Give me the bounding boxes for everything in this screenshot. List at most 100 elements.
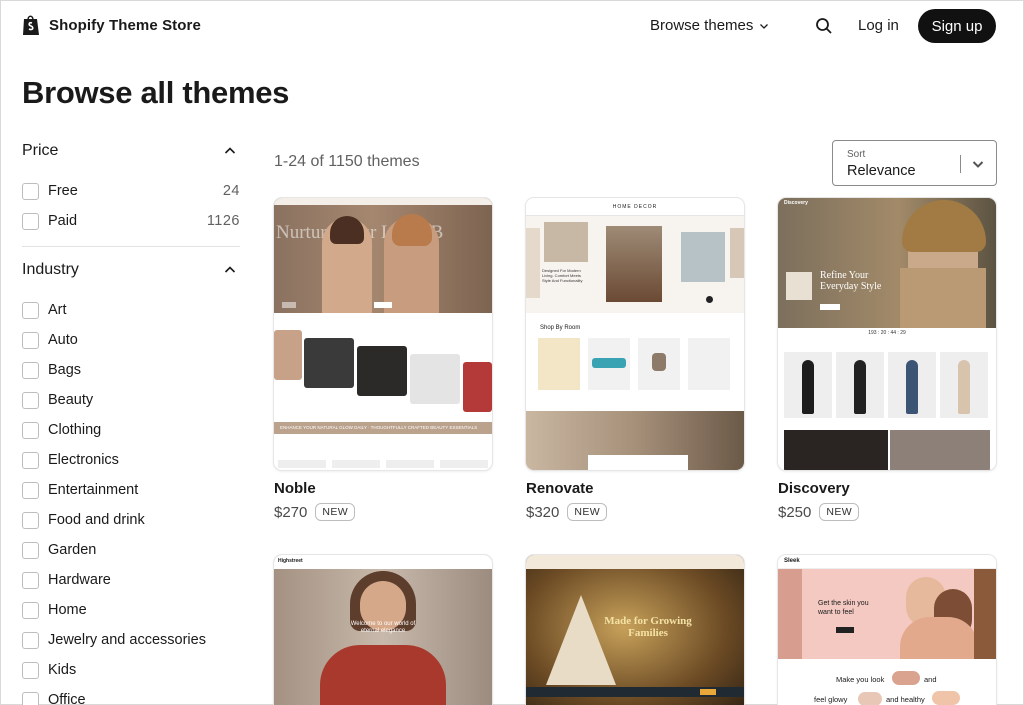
theme-name[interactable]: Discovery	[778, 480, 996, 497]
filter-option-electronics[interactable]: Electronics	[22, 445, 240, 475]
theme-preview-image[interactable]: Discovery Refine Your Everyday Style 193…	[778, 198, 996, 470]
filter-option-clothing[interactable]: Clothing	[22, 415, 240, 445]
theme-preview-image[interactable]: Highstreet Welcome to our world of etern…	[274, 555, 492, 705]
filter-option-kids[interactable]: Kids	[22, 655, 240, 685]
signup-button[interactable]: Sign up	[918, 9, 996, 43]
preview-topbar	[778, 555, 996, 569]
preview-logo: Sleek	[784, 558, 800, 564]
filter-option-label: Paid	[48, 213, 78, 229]
filter-option-label: Art	[48, 302, 67, 318]
industry-filter-header[interactable]: Industry	[22, 258, 240, 282]
checkbox[interactable]	[22, 331, 39, 349]
filter-option-garden[interactable]: Garden	[22, 535, 240, 565]
checkbox[interactable]	[22, 661, 39, 679]
filter-option-home[interactable]: Home	[22, 595, 240, 625]
theme-preview-image[interactable]: HOME DECOR Designed For Modern Living. C…	[526, 198, 744, 470]
theme-name[interactable]: Renovate	[526, 480, 744, 497]
filter-option-beauty[interactable]: Beauty	[22, 385, 240, 415]
top-nav: Shopify Theme Store Browse themes Log in…	[1, 1, 1023, 51]
filter-option-label: Beauty	[48, 392, 94, 408]
preview-text-line: and	[924, 675, 937, 684]
store-logo[interactable]: Shopify Theme Store	[21, 13, 201, 37]
checkbox[interactable]	[22, 571, 39, 589]
preview-button	[700, 689, 716, 695]
theme-card[interactable]: Made for Growing Families	[526, 555, 744, 705]
filter-option-paid[interactable]: Paid 1126	[22, 206, 240, 236]
sort-select[interactable]: Sort Relevance	[832, 140, 997, 186]
theme-card[interactable]: Nurture Your Look, B ENHANCE YOUR NATURA…	[274, 198, 492, 521]
filter-option-label: Clothing	[48, 422, 102, 438]
filter-option-art[interactable]: Art	[22, 295, 240, 325]
sort-separator	[960, 155, 961, 173]
preview-logo: Discovery	[784, 200, 808, 206]
preview-image	[784, 430, 888, 470]
filter-option-free[interactable]: Free 24	[22, 176, 240, 206]
price-filter-title: Price	[22, 142, 59, 159]
theme-preview-image[interactable]: Made for Growing Families	[526, 555, 744, 705]
checkbox[interactable]	[22, 631, 39, 649]
theme-card[interactable]: Highstreet Welcome to our world of etern…	[274, 555, 492, 705]
filter-option-office[interactable]: Office	[22, 685, 240, 705]
search-icon[interactable]	[815, 17, 833, 35]
checkbox[interactable]	[22, 511, 39, 529]
theme-preview-image[interactable]: Sleek Get the skin you want to feel Make…	[778, 555, 996, 705]
preview-hero-text: Refine Your Everyday Style	[820, 270, 882, 292]
checkbox[interactable]	[22, 301, 39, 319]
chevron-down-icon	[972, 161, 984, 168]
model-hair	[392, 214, 432, 246]
checkbox[interactable]	[22, 421, 39, 439]
preview-text-line: and healthy	[886, 695, 925, 704]
checkbox[interactable]	[22, 691, 39, 705]
theme-card[interactable]: Discovery Refine Your Everyday Style 193…	[778, 198, 996, 521]
preview-image	[681, 232, 725, 282]
page-title: Browse all themes	[22, 75, 290, 110]
filter-option-bags[interactable]: Bags	[22, 355, 240, 385]
theme-preview-image[interactable]: Nurture Your Look, B ENHANCE YOUR NATURA…	[274, 198, 492, 470]
filter-option-auto[interactable]: Auto	[22, 325, 240, 355]
model-coat	[900, 268, 986, 328]
checkbox[interactable]	[22, 182, 39, 200]
checkbox[interactable]	[22, 212, 39, 230]
product-figure	[906, 360, 918, 414]
preview-topbar	[274, 555, 492, 569]
checkbox[interactable]	[22, 481, 39, 499]
login-link[interactable]: Log in	[858, 17, 899, 34]
checkbox[interactable]	[22, 391, 39, 409]
filter-option-entertainment[interactable]: Entertainment	[22, 475, 240, 505]
model-shirt	[320, 645, 446, 705]
checkbox[interactable]	[22, 451, 39, 469]
preview-hero-text: Get the skin you want to feel	[818, 600, 869, 616]
price-filter-header[interactable]: Price	[22, 139, 240, 163]
filter-option-food-and-drink[interactable]: Food and drink	[22, 505, 240, 535]
filter-option-jewelry-and-accessories[interactable]: Jewelry and accessories	[22, 625, 240, 655]
chevron-up-icon	[224, 266, 236, 273]
theme-price: $320	[526, 503, 560, 521]
preview-cell	[386, 460, 434, 468]
preview-cell	[332, 460, 380, 468]
preview-pill-image	[932, 691, 960, 705]
preview-cell	[440, 460, 488, 468]
theme-card[interactable]: Sleek Get the skin you want to feel Make…	[778, 555, 996, 705]
theme-card[interactable]: HOME DECOR Designed For Modern Living. C…	[526, 198, 744, 521]
filter-option-label: Jewelry and accessories	[48, 632, 206, 648]
filter-option-count: 1126	[206, 213, 240, 229]
room-tile	[688, 338, 730, 390]
theme-name[interactable]: Noble	[274, 480, 492, 497]
hero-banner	[274, 198, 492, 313]
preview-heading: Designed For Modern Living. Comfort Meet…	[542, 268, 583, 283]
carousel-dot	[706, 296, 713, 303]
preview-topbar	[526, 555, 744, 569]
product-tile	[357, 346, 407, 396]
checkbox[interactable]	[22, 361, 39, 379]
product-tile	[304, 338, 354, 388]
theme-price: $250	[778, 503, 812, 521]
chair-graphic	[652, 353, 666, 371]
model-shoulders	[900, 617, 978, 659]
checkbox[interactable]	[22, 601, 39, 619]
new-badge: NEW	[819, 503, 860, 521]
preview-row	[278, 460, 488, 468]
filter-option-hardware[interactable]: Hardware	[22, 565, 240, 595]
industry-filter-title: Industry	[22, 261, 79, 278]
checkbox[interactable]	[22, 541, 39, 559]
browse-themes-menu[interactable]: Browse themes	[650, 17, 769, 34]
